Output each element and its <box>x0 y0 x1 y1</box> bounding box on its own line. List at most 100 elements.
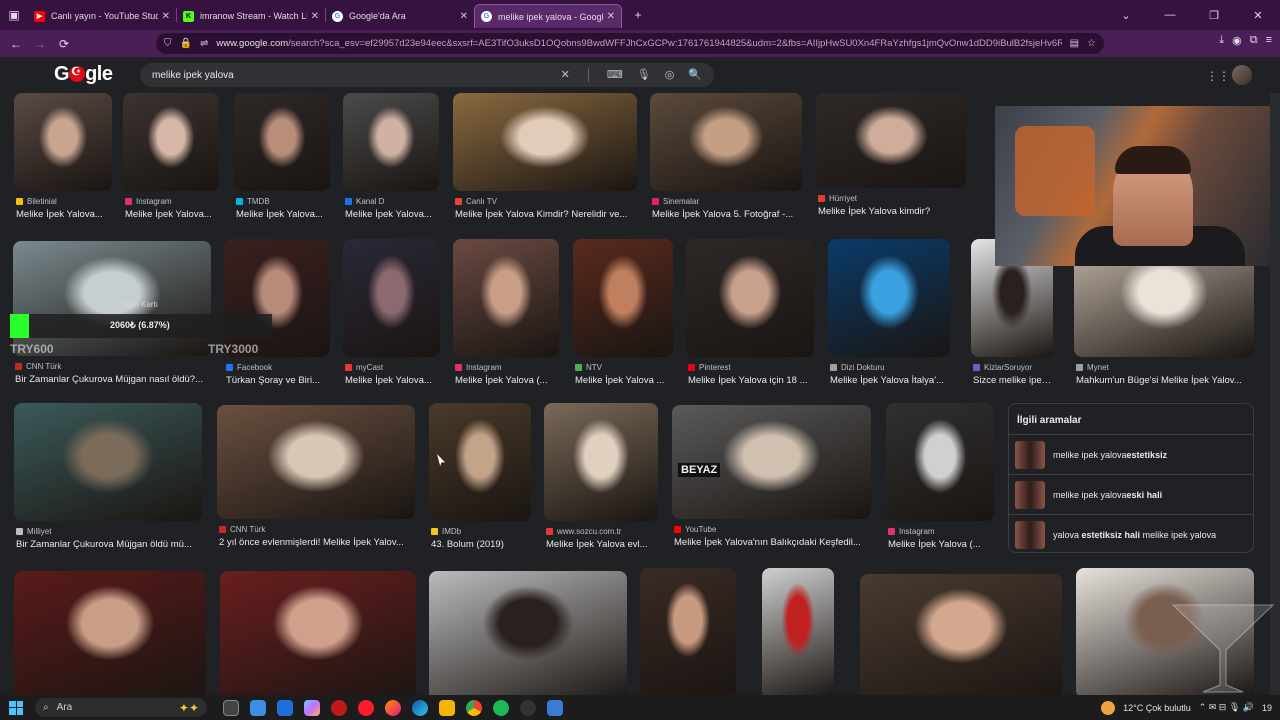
camera-lens-icon[interactable]: ◎ <box>665 68 675 82</box>
result-caption[interactable]: Mahkum'un Büge'si Melike İpek Yalov... <box>1076 375 1256 386</box>
result-thumbnail[interactable] <box>816 93 966 188</box>
downloads-icon[interactable]: ⤓ <box>1219 34 1224 47</box>
image-result-card[interactable]: Biletinial Melike İpek Yalova... <box>14 93 112 231</box>
tab-kick-stream[interactable]: K imranow Stream - Watch Live o ✕ <box>177 4 325 28</box>
result-source[interactable]: myCast <box>345 363 383 372</box>
result-source[interactable]: Kanal D <box>345 197 384 206</box>
image-result-card[interactable]: Instagram Melike İpek Yalova... <box>123 93 219 231</box>
image-result-card[interactable]: Canlı TV Melike İpek Yalova Kimdir? Nerel… <box>453 93 637 231</box>
keyboard-icon[interactable]: ⌨ <box>607 68 623 82</box>
result-thumbnail[interactable] <box>886 403 994 521</box>
close-tab-icon[interactable]: ✕ <box>607 11 615 22</box>
image-result-card[interactable] <box>14 571 206 695</box>
search-box[interactable]: melike ipek yalova ✕ ⌨ 🎙 ◎ 🔍 <box>140 63 714 87</box>
image-result-card[interactable]: Dizi Dokturu Melike İpek Yalova İtalya'..… <box>828 239 950 397</box>
close-tab-icon[interactable]: ✕ <box>311 11 319 22</box>
result-source[interactable]: Canlı TV <box>455 197 497 206</box>
result-source[interactable]: Dizi Dokturu <box>830 363 885 372</box>
clock[interactable]: 19 <box>1262 703 1272 713</box>
back-button[interactable]: ← <box>4 37 28 51</box>
result-thumbnail[interactable] <box>686 239 814 357</box>
reader-view-icon[interactable]: ▤ <box>1070 38 1079 49</box>
forward-button[interactable]: → <box>28 37 52 51</box>
result-thumbnail[interactable] <box>650 93 802 191</box>
result-caption[interactable]: 43. Bolum (2019) <box>431 539 533 550</box>
result-thumbnail[interactable] <box>828 239 950 357</box>
result-thumbnail[interactable] <box>14 403 202 521</box>
result-caption[interactable]: Melike İpek Yalova'nın Balıkçıdaki Keşfe… <box>674 537 873 548</box>
result-caption[interactable]: Türkan Şoray ve Biri... <box>226 375 332 386</box>
task-view-icon[interactable] <box>223 699 239 716</box>
image-result-card[interactable]: Kanal D Melike İpek Yalova... <box>343 93 439 231</box>
avatar[interactable] <box>1232 65 1252 85</box>
result-source[interactable]: IMDb <box>431 527 461 536</box>
microphone-icon[interactable]: 🎙 <box>637 68 651 82</box>
result-caption[interactable]: Melike İpek Yalova... <box>125 209 221 220</box>
app-blue-icon[interactable] <box>547 699 563 716</box>
clear-search-icon[interactable]: ✕ <box>561 68 570 82</box>
result-thumbnail[interactable] <box>14 571 206 695</box>
search-icon[interactable]: 🔍 <box>688 68 702 82</box>
result-caption[interactable]: Melike İpek Yalova evl... <box>546 539 660 550</box>
result-source[interactable]: Milliyet <box>16 527 51 536</box>
result-source[interactable]: Instagram <box>125 197 172 206</box>
image-result-card[interactable]: www.sozcu.com.tr Melike İpek Yalova evl..… <box>544 403 658 561</box>
result-source[interactable]: Pinterest <box>688 363 731 372</box>
minimize-button[interactable]: — <box>1148 9 1192 21</box>
url-text[interactable]: www.google.com/search?sca_esv=ef29957d23… <box>216 38 1061 49</box>
result-caption[interactable]: Melike İpek Yalova... <box>236 209 332 220</box>
lock-icon[interactable]: 🔒 <box>180 38 192 49</box>
close-tab-icon[interactable]: ✕ <box>460 11 468 22</box>
image-result-card[interactable]: YouTube Melike İpek Yalova'nın Balıkçıdak… <box>672 405 871 559</box>
result-caption[interactable]: Melike İpek Yalova (... <box>455 375 561 386</box>
result-caption[interactable]: Melike İpek Yalova... <box>16 209 114 220</box>
firefox-icon[interactable] <box>385 699 401 716</box>
copilot-icon[interactable] <box>304 699 320 716</box>
reload-button[interactable]: ⟳ <box>52 37 76 51</box>
result-source[interactable]: Biletinial <box>16 197 57 206</box>
site-settings-icon[interactable]: ⇌ <box>200 38 208 49</box>
result-caption[interactable]: Melike İpek Yalova İtalya'... <box>830 375 952 386</box>
result-caption[interactable]: Melike İpek Yalova 5. Fotoğraf -... <box>652 209 804 220</box>
result-thumbnail[interactable] <box>220 571 416 695</box>
outlook-icon[interactable] <box>277 699 293 716</box>
result-caption[interactable]: Bir Zamanlar Çukurova Müjgan nasıl öldü?… <box>15 374 213 385</box>
account-icon[interactable]: ◉ <box>1232 34 1242 47</box>
weather-text[interactable]: 12°C Çok bulutlu <box>1123 703 1191 713</box>
result-caption[interactable]: Bir Zamanlar Çukurova Müjgan öldü mü... <box>16 539 204 550</box>
result-thumbnail[interactable] <box>14 93 112 191</box>
tab-actions-icon[interactable]: ▣ <box>0 8 28 22</box>
restore-button[interactable]: ❐ <box>1192 9 1236 22</box>
result-source[interactable]: KizlarSoruyor <box>973 363 1032 372</box>
result-caption[interactable]: Melike İpek Yalova Kimdir? Nerelidir ve.… <box>455 209 639 220</box>
image-result-card[interactable] <box>429 571 627 695</box>
edge-icon[interactable] <box>412 699 428 716</box>
result-thumbnail[interactable] <box>860 574 1062 695</box>
close-tab-icon[interactable]: ✕ <box>162 11 170 22</box>
image-result-card[interactable]: CNN Türk 2 yıl önce evlenmişlerdi! Melike… <box>217 405 415 559</box>
result-thumbnail[interactable] <box>13 241 211 356</box>
result-source[interactable]: CNN Türk <box>219 525 265 534</box>
chrome-icon[interactable] <box>466 699 482 716</box>
result-caption[interactable]: Melike İpek Yalova... <box>345 375 442 386</box>
tab-list-dropdown-icon[interactable]: ⌄ <box>1104 9 1148 22</box>
shield-icon[interactable]: ⛉ <box>164 38 172 49</box>
result-thumbnail[interactable] <box>453 93 637 191</box>
result-source[interactable]: Instagram <box>888 527 935 536</box>
result-caption[interactable]: Melike İpek Yalova (... <box>888 539 996 550</box>
image-result-card[interactable] <box>762 568 834 695</box>
result-thumbnail[interactable] <box>640 568 736 695</box>
result-source[interactable]: TMDB <box>236 197 270 206</box>
image-result-card[interactable]: Instagram Melike İpek Yalova (... <box>886 403 994 561</box>
related-search-item[interactable]: melike ipek yalova eski hali <box>1009 474 1253 514</box>
image-result-card[interactable]: Hürriyet Melike İpek Yalova kimdir? <box>816 93 966 228</box>
result-caption[interactable]: Melike İpek Yalova için 18 ... <box>688 375 816 386</box>
result-caption[interactable]: Sizce melike ipek ... <box>973 375 1055 386</box>
menu-icon[interactable]: ≡ <box>1266 34 1272 47</box>
image-result-card[interactable]: Instagram Melike İpek Yalova (... <box>453 239 559 397</box>
image-result-card[interactable]: myCast Melike İpek Yalova... <box>343 239 440 397</box>
result-thumbnail[interactable] <box>234 93 330 191</box>
result-source[interactable]: YouTube <box>674 525 716 534</box>
related-search-item[interactable]: yalova estetiksiz hali melike ipek yalov… <box>1009 514 1253 554</box>
result-thumbnail[interactable] <box>762 568 834 695</box>
